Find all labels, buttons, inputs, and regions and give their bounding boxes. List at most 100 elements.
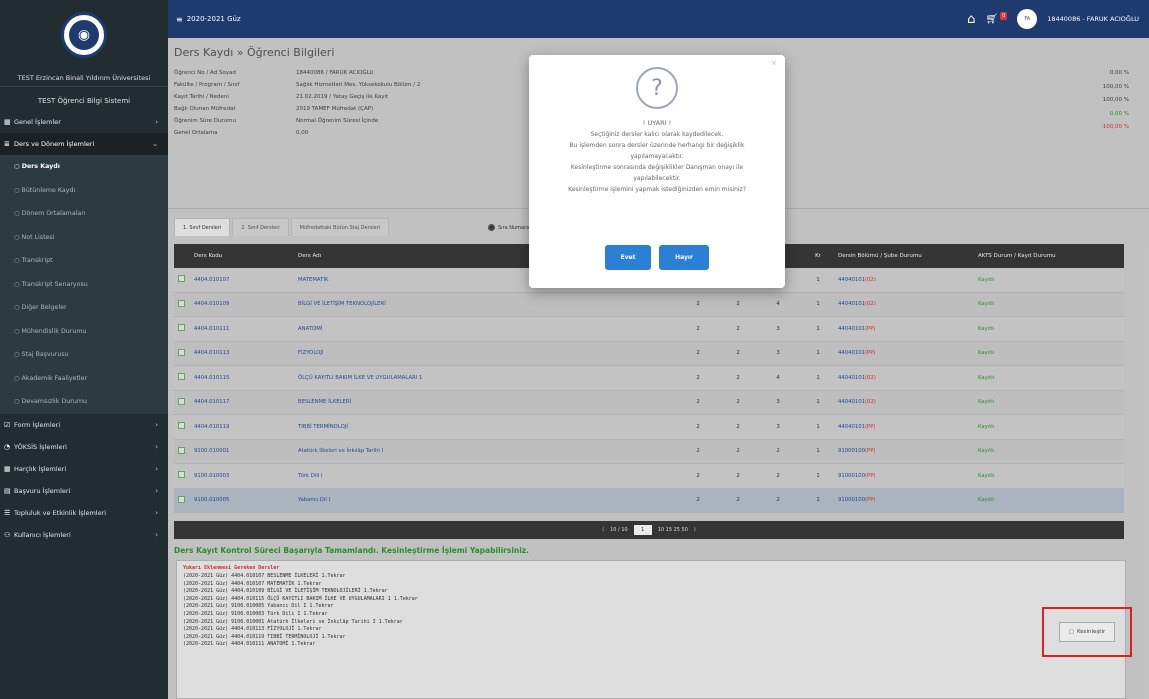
checkbox[interactable] xyxy=(178,299,185,307)
row-checkbox[interactable] xyxy=(174,299,188,309)
menu-form-islemleri[interactable]: ☑ Form İşlemleri › xyxy=(0,414,168,436)
course-name[interactable]: ÖLÇÜ KAYITLI BAKIM İLKE VE UYGULAMALARI … xyxy=(298,375,678,381)
course-section[interactable]: 44040101(02) xyxy=(838,375,978,381)
table-row[interactable]: 4404.010115 ÖLÇÜ KAYITLI BAKIM İLKE VE UY… xyxy=(174,366,1124,391)
course-name[interactable]: Yabancı Dil I xyxy=(298,497,678,503)
course-name[interactable]: TIBBİ TERMİNOLOJİ xyxy=(298,424,678,430)
row-checkbox[interactable] xyxy=(174,446,188,456)
course-code[interactable]: 4404.010111 xyxy=(188,326,298,332)
course-code[interactable]: 4404.010109 xyxy=(188,301,298,307)
course-section[interactable]: 91000100(PP) xyxy=(838,473,978,479)
tab-staj-dersleri[interactable]: Müfredattaki Bütün Staj Dersleri xyxy=(290,218,390,236)
row-checkbox[interactable] xyxy=(174,348,188,358)
course-code[interactable]: 9100.010001 xyxy=(188,448,298,454)
tab-2-sinif[interactable]: 2. Sınıf Dersleri xyxy=(232,218,289,236)
table-row[interactable]: 9100.010003 Türk Dili I 2 2 2 1 91000100(PP) Ka… xyxy=(174,464,1124,489)
sidebar-item-transkript[interactable]: ○ Transkript xyxy=(0,249,168,273)
sidebar-item-devamsizlik-durumu[interactable]: ○ Devamsızlık Durumu xyxy=(0,390,168,414)
table-row[interactable]: 4404.010119 TIBBİ TERMİNOLOJİ 2 2 3 1 44040101… xyxy=(174,415,1124,440)
tab-1-sinif[interactable]: 1. Sınıf Dersleri xyxy=(174,218,231,236)
page-select[interactable]: 1 xyxy=(633,525,652,535)
sidebar-item-diger-belgeler[interactable]: ○ Diğer Belgeler xyxy=(0,296,168,320)
course-section[interactable]: 44040101(02) xyxy=(838,399,978,405)
no-button[interactable]: Hayır xyxy=(659,245,709,270)
row-checkbox[interactable] xyxy=(174,471,188,480)
user-name[interactable]: 18440086 - FARUK ACIOĞLU xyxy=(1047,15,1139,23)
checkbox[interactable] xyxy=(178,348,185,356)
course-section[interactable]: 44040101(PP) xyxy=(838,350,978,356)
course-name[interactable]: ANATOMİ xyxy=(298,326,678,332)
row-checkbox[interactable] xyxy=(174,275,188,284)
course-name[interactable]: FİZYOLOJİ xyxy=(298,350,678,356)
table-row[interactable]: 4404.010111 ANATOMİ 2 2 3 1 44040101(PP) Kayıtl… xyxy=(174,317,1124,342)
row-checkbox[interactable] xyxy=(174,324,188,333)
sidebar-item-ders-kaydi[interactable]: ○ Ders Kaydı xyxy=(0,155,168,179)
cart-badge: 0 xyxy=(1000,12,1008,20)
home-icon[interactable]: ⌂ xyxy=(967,12,975,27)
course-code[interactable]: 4404.010115 xyxy=(188,375,298,381)
course-section[interactable]: 91000100(PP) xyxy=(838,448,978,454)
university-logo[interactable]: ◉ xyxy=(61,12,107,58)
course-name[interactable]: Atatürk İlkeleri ve İnkılâp Tarihi I xyxy=(298,448,678,454)
menu-topluluk-etkinlik-islemleri[interactable]: ☰ Topluluk ve Etkinlik İşlemleri › xyxy=(0,502,168,524)
course-section[interactable]: 44040101(02) xyxy=(838,277,978,283)
checkbox[interactable] xyxy=(178,471,185,479)
checkbox[interactable] xyxy=(178,373,185,381)
table-row[interactable]: 4404.010117 BESLENME İLKELERİ 2 2 3 1 44040101… xyxy=(174,390,1124,415)
menu-ders-donem-islemleri[interactable]: ≣ Ders ve Dönem İşlemleri ⌄ xyxy=(0,133,168,155)
menu-genel-islemler[interactable]: ▦ Genel İşlemler › xyxy=(0,111,168,133)
course-code[interactable]: 4404.010113 xyxy=(188,350,298,356)
menu-toggle-icon[interactable]: ≡ xyxy=(176,15,183,24)
row-checkbox[interactable] xyxy=(174,373,188,382)
table-row[interactable]: 4404.010113 FİZYOLOJİ 2 2 3 1 44040101(PP) Kayı… xyxy=(174,341,1124,366)
row-checkbox[interactable] xyxy=(174,397,188,407)
course-t: 2 xyxy=(696,472,700,479)
kesinlestir-button[interactable]: ▢ Kesinleştir xyxy=(1059,622,1115,642)
course-code[interactable]: 4404.010119 xyxy=(188,424,298,430)
checkbox[interactable] xyxy=(178,422,185,430)
course-code[interactable]: 9100.010003 xyxy=(188,473,298,479)
sort-radio[interactable]: Sıra Numarası xyxy=(488,224,533,231)
course-section[interactable]: 44040101(PP) xyxy=(838,424,978,430)
menu-kullanici-islemleri[interactable]: ⚇ Kullanıcı İşlemleri › xyxy=(0,524,168,546)
section-suffix: (02) xyxy=(864,374,876,381)
sidebar-item-staj-basvurusu[interactable]: ○ Staj Başvurusu xyxy=(0,343,168,367)
course-section[interactable]: 44040101(02) xyxy=(838,301,978,307)
menu-harclik-islemleri[interactable]: ▦ Harçlık İşlemleri › xyxy=(0,458,168,480)
table-row[interactable]: 9100.010005 Yabancı Dil I 2 2 2 1 91000100(PP)… xyxy=(174,488,1124,513)
menu-label: Kullanıcı İşlemleri xyxy=(14,530,71,539)
course-code[interactable]: 9100.010005 xyxy=(188,497,298,503)
checkbox[interactable] xyxy=(178,397,185,405)
sidebar-item-transkript-senaryosu[interactable]: ○ Transkript Senaryosu xyxy=(0,272,168,296)
close-icon[interactable]: × xyxy=(771,59,777,67)
menu-yoksis-islemleri[interactable]: ◔ YÖKSİS İşlemleri › xyxy=(0,436,168,458)
course-name[interactable]: Türk Dili I xyxy=(298,473,678,479)
sidebar-item-not-listesi[interactable]: ○ Not Listesi xyxy=(0,225,168,249)
registration-status: Kayıtlı xyxy=(978,423,995,430)
sidebar-item-butunleme-kaydi[interactable]: ○ Bütünleme Kaydı xyxy=(0,178,168,202)
table-row[interactable]: 9100.010001 Atatürk İlkeleri ve İnkılâp T… xyxy=(174,439,1124,464)
yes-button[interactable]: Evet xyxy=(605,245,651,270)
page-sizes[interactable]: 10 15 25 50 xyxy=(658,527,688,533)
sidebar-item-akademik-faaliyetler[interactable]: ○ Akademik Faaliyetler xyxy=(0,366,168,390)
course-name[interactable]: BESLENME İLKELERİ xyxy=(298,399,678,405)
course-code[interactable]: 4404.010117 xyxy=(188,399,298,405)
prev-page-icon[interactable]: ⟨ xyxy=(602,527,604,533)
row-checkbox[interactable] xyxy=(174,422,188,431)
sidebar-item-donem-ortalamalari[interactable]: ○ Dönem Ortalamaları xyxy=(0,202,168,226)
course-name[interactable]: BİLGİ VE İLETİŞİM TEKNOLOJİLERİ xyxy=(298,301,678,307)
course-code[interactable]: 4404.010107 xyxy=(188,277,298,283)
checkbox[interactable] xyxy=(178,446,185,454)
next-page-icon[interactable]: ⟩ xyxy=(694,527,696,533)
avatar[interactable]: FA xyxy=(1017,9,1038,29)
table-row[interactable]: 4404.010109 BİLGİ VE İLETİŞİM TEKNOLOJİLE… xyxy=(174,292,1124,317)
sidebar-item-muhendislik-durumu[interactable]: ○ Mühendislik Durumu xyxy=(0,319,168,343)
row-checkbox[interactable] xyxy=(174,495,188,505)
menu-basvuru-islemleri[interactable]: ▤ Başvuru İşlemleri › xyxy=(0,480,168,502)
cart-icon[interactable]: 🛒︎ xyxy=(985,14,998,25)
course-section[interactable]: 44040101(PP) xyxy=(838,326,978,332)
checkbox[interactable] xyxy=(178,495,185,503)
checkbox[interactable] xyxy=(178,324,185,332)
course-section[interactable]: 91000100(PP) xyxy=(838,497,978,503)
checkbox[interactable] xyxy=(178,275,185,283)
